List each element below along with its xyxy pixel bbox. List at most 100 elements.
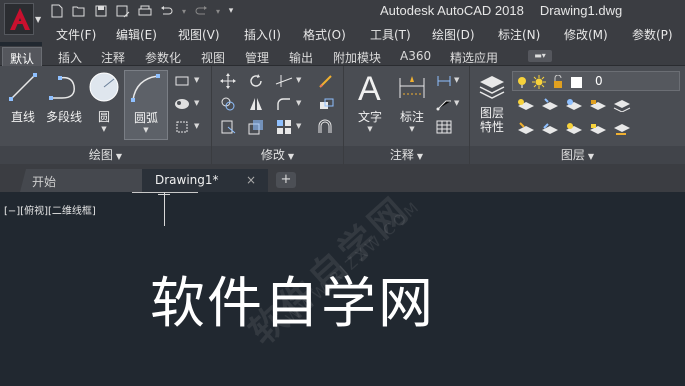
- layer-properties-tool[interactable]: 图层 特性: [472, 70, 512, 134]
- table-icon[interactable]: [434, 118, 454, 136]
- line-tool[interactable]: 直线: [3, 70, 43, 125]
- hatch-icon[interactable]: [172, 95, 192, 113]
- stretch-icon[interactable]: [218, 118, 238, 136]
- leader-icon[interactable]: [434, 95, 454, 113]
- chevron-down-icon[interactable]: ▼: [296, 99, 301, 107]
- chevron-down-icon[interactable]: ▾: [180, 3, 188, 19]
- tab-view[interactable]: 视图: [201, 49, 225, 66]
- layer-merge-icon[interactable]: [612, 120, 632, 138]
- chevron-down-icon[interactable]: ▼: [125, 126, 167, 134]
- viewport-controls[interactable]: [−][俯视][二维线框]: [4, 202, 96, 217]
- rotate-icon[interactable]: [246, 72, 266, 90]
- redo-icon[interactable]: [192, 3, 210, 19]
- chevron-down-icon[interactable]: ▼: [392, 125, 432, 133]
- modify-panel: ▼ ▼ ▼ 修改 ▼: [212, 66, 344, 164]
- tab-addins[interactable]: 附加模块: [333, 49, 381, 66]
- menu-draw[interactable]: 绘图(D): [432, 26, 475, 43]
- chevron-down-icon[interactable]: ▾: [214, 3, 222, 19]
- chevron-down-icon[interactable]: ▼: [194, 122, 199, 130]
- tab-a360[interactable]: A360: [400, 49, 431, 63]
- tab-drawing1[interactable]: Drawing1* ×: [142, 169, 268, 192]
- layer-on-icon[interactable]: [516, 120, 536, 138]
- dimension-tool[interactable]: 标注 ▼: [392, 70, 432, 133]
- move-icon[interactable]: [218, 72, 238, 90]
- tab-annotate[interactable]: 注释: [101, 49, 125, 66]
- tab-parametric[interactable]: 参数化: [145, 49, 181, 66]
- mirror-icon[interactable]: [246, 95, 266, 113]
- new-tab-button[interactable]: +: [276, 172, 296, 188]
- menu-insert[interactable]: 插入(I): [244, 26, 281, 43]
- chevron-down-icon[interactable]: ▼: [296, 122, 301, 130]
- annotation-panel-title[interactable]: 注释 ▼: [344, 146, 469, 164]
- chevron-down-icon[interactable]: ▼: [84, 125, 124, 133]
- canvas-text-object: 软件自学网: [150, 271, 436, 335]
- erase-icon[interactable]: [316, 72, 336, 90]
- current-layer-name: 0: [595, 74, 603, 88]
- chevron-down-icon[interactable]: ▼: [194, 99, 199, 107]
- menu-tools[interactable]: 工具(T): [370, 26, 411, 43]
- linear-dimension-icon[interactable]: [434, 72, 454, 90]
- offset-icon[interactable]: [316, 118, 336, 136]
- chevron-down-icon: ▼: [416, 152, 424, 161]
- copy-icon[interactable]: [218, 95, 238, 113]
- menu-parametric[interactable]: 参数(P): [632, 26, 673, 43]
- rectangle-icon[interactable]: [172, 72, 192, 90]
- dimension-label: 标注: [399, 110, 424, 124]
- explode-icon[interactable]: [316, 95, 336, 113]
- arc-tool[interactable]: 圆弧 ▼: [124, 70, 168, 140]
- close-icon[interactable]: ×: [246, 173, 256, 187]
- svg-text:A: A: [358, 70, 381, 104]
- save-as-icon[interactable]: [114, 3, 132, 19]
- drawing-canvas[interactable]: [−][俯视][二维线框] 软件自学网 WWW.RJZXW.COM 软件自学网: [0, 192, 685, 386]
- layer-unisolate-icon[interactable]: [540, 120, 560, 138]
- layer-properties-line1: 图层: [479, 106, 504, 120]
- layer-lock-icon[interactable]: [588, 96, 608, 114]
- polyline-tool[interactable]: 多段线: [42, 70, 86, 125]
- save-icon[interactable]: [92, 3, 110, 19]
- tab-default[interactable]: 默认: [2, 47, 42, 66]
- menu-view[interactable]: 视图(V): [178, 26, 220, 43]
- circle-tool[interactable]: 圆 ▼: [84, 70, 124, 133]
- layer-walk-icon[interactable]: [612, 96, 632, 114]
- new-icon[interactable]: [48, 3, 66, 19]
- layer-dropdown[interactable]: 0: [512, 71, 680, 91]
- print-icon[interactable]: [136, 3, 154, 19]
- trim-icon[interactable]: [274, 72, 294, 90]
- menu-dimension[interactable]: 标注(N): [498, 26, 540, 43]
- layer-unlock-icon[interactable]: [588, 120, 608, 138]
- chevron-down-icon[interactable]: ▼: [194, 76, 199, 84]
- chevron-down-icon[interactable]: ▼: [454, 76, 459, 84]
- tab-featured-apps[interactable]: 精选应用: [450, 49, 498, 66]
- tab-output[interactable]: 输出: [289, 49, 313, 66]
- tab-manage[interactable]: 管理: [245, 49, 269, 66]
- undo-icon[interactable]: [158, 3, 176, 19]
- layer-freeze-icon[interactable]: [564, 96, 584, 114]
- open-icon[interactable]: [70, 3, 88, 19]
- tab-insert[interactable]: 插入: [58, 49, 82, 66]
- layers-panel-title[interactable]: 图层 ▼: [470, 146, 685, 164]
- application-menu-button[interactable]: ▼: [0, 0, 42, 42]
- layer-thaw-icon[interactable]: [564, 120, 584, 138]
- circle-label: 圆: [97, 110, 110, 124]
- modify-panel-title[interactable]: 修改 ▼: [212, 146, 343, 164]
- scale-icon[interactable]: [246, 118, 266, 136]
- draw-panel-title[interactable]: 绘图 ▼: [0, 146, 211, 164]
- chevron-down-icon[interactable]: ▼: [350, 125, 390, 133]
- layer-isolate-icon[interactable]: [540, 96, 560, 114]
- menu-bar: 文件(F) 编辑(E) 视图(V) 插入(I) 格式(O) 工具(T) 绘图(D…: [42, 22, 685, 46]
- menu-edit[interactable]: 编辑(E): [116, 26, 157, 43]
- chevron-down-icon[interactable]: ▼: [454, 99, 459, 107]
- customize-icon[interactable]: ▾: [226, 3, 236, 19]
- menu-format[interactable]: 格式(O): [303, 26, 346, 43]
- fillet-icon[interactable]: [274, 95, 294, 113]
- draw-panel-label: 绘图: [88, 148, 113, 162]
- menu-modify[interactable]: 修改(M): [564, 26, 608, 43]
- ribbon-options-button[interactable]: ▬▾: [528, 50, 552, 62]
- menu-file[interactable]: 文件(F): [56, 26, 96, 43]
- layer-off-icon[interactable]: [516, 96, 536, 114]
- array-icon[interactable]: [274, 118, 294, 136]
- text-tool[interactable]: A 文字 ▼: [350, 70, 390, 133]
- boundary-icon[interactable]: [172, 118, 192, 136]
- tab-start[interactable]: 开始: [20, 169, 142, 192]
- chevron-down-icon[interactable]: ▼: [296, 76, 301, 84]
